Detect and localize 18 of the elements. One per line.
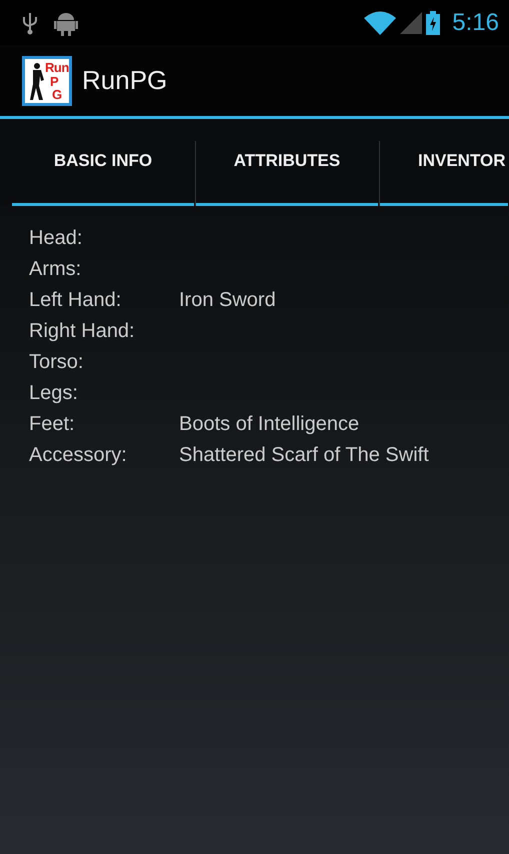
item-name: Shattered Scarf of The Swift [179,443,430,468]
clock-time: 5:16 [452,8,499,38]
slot-label: Torso: [29,350,84,375]
app-title: RunPG [82,64,168,97]
slot-label: Arms: [29,257,82,282]
item-name: Iron Sword [179,288,277,313]
slot-label: Accessory: [29,443,128,468]
app-logo: Run P G [22,56,72,106]
slot-label: Legs: [29,381,79,406]
slot-label: Right Hand: [29,319,136,344]
item-name: Boots of Intelligence [179,412,360,437]
slot-label: Head: [29,226,84,251]
slot-label: Left Hand: [29,288,122,313]
usb-icon [22,10,38,34]
wifi-icon [364,10,396,34]
cell-signal-icon [400,12,422,34]
slot-label: Feet: [29,412,76,437]
battery-icon [426,10,440,34]
